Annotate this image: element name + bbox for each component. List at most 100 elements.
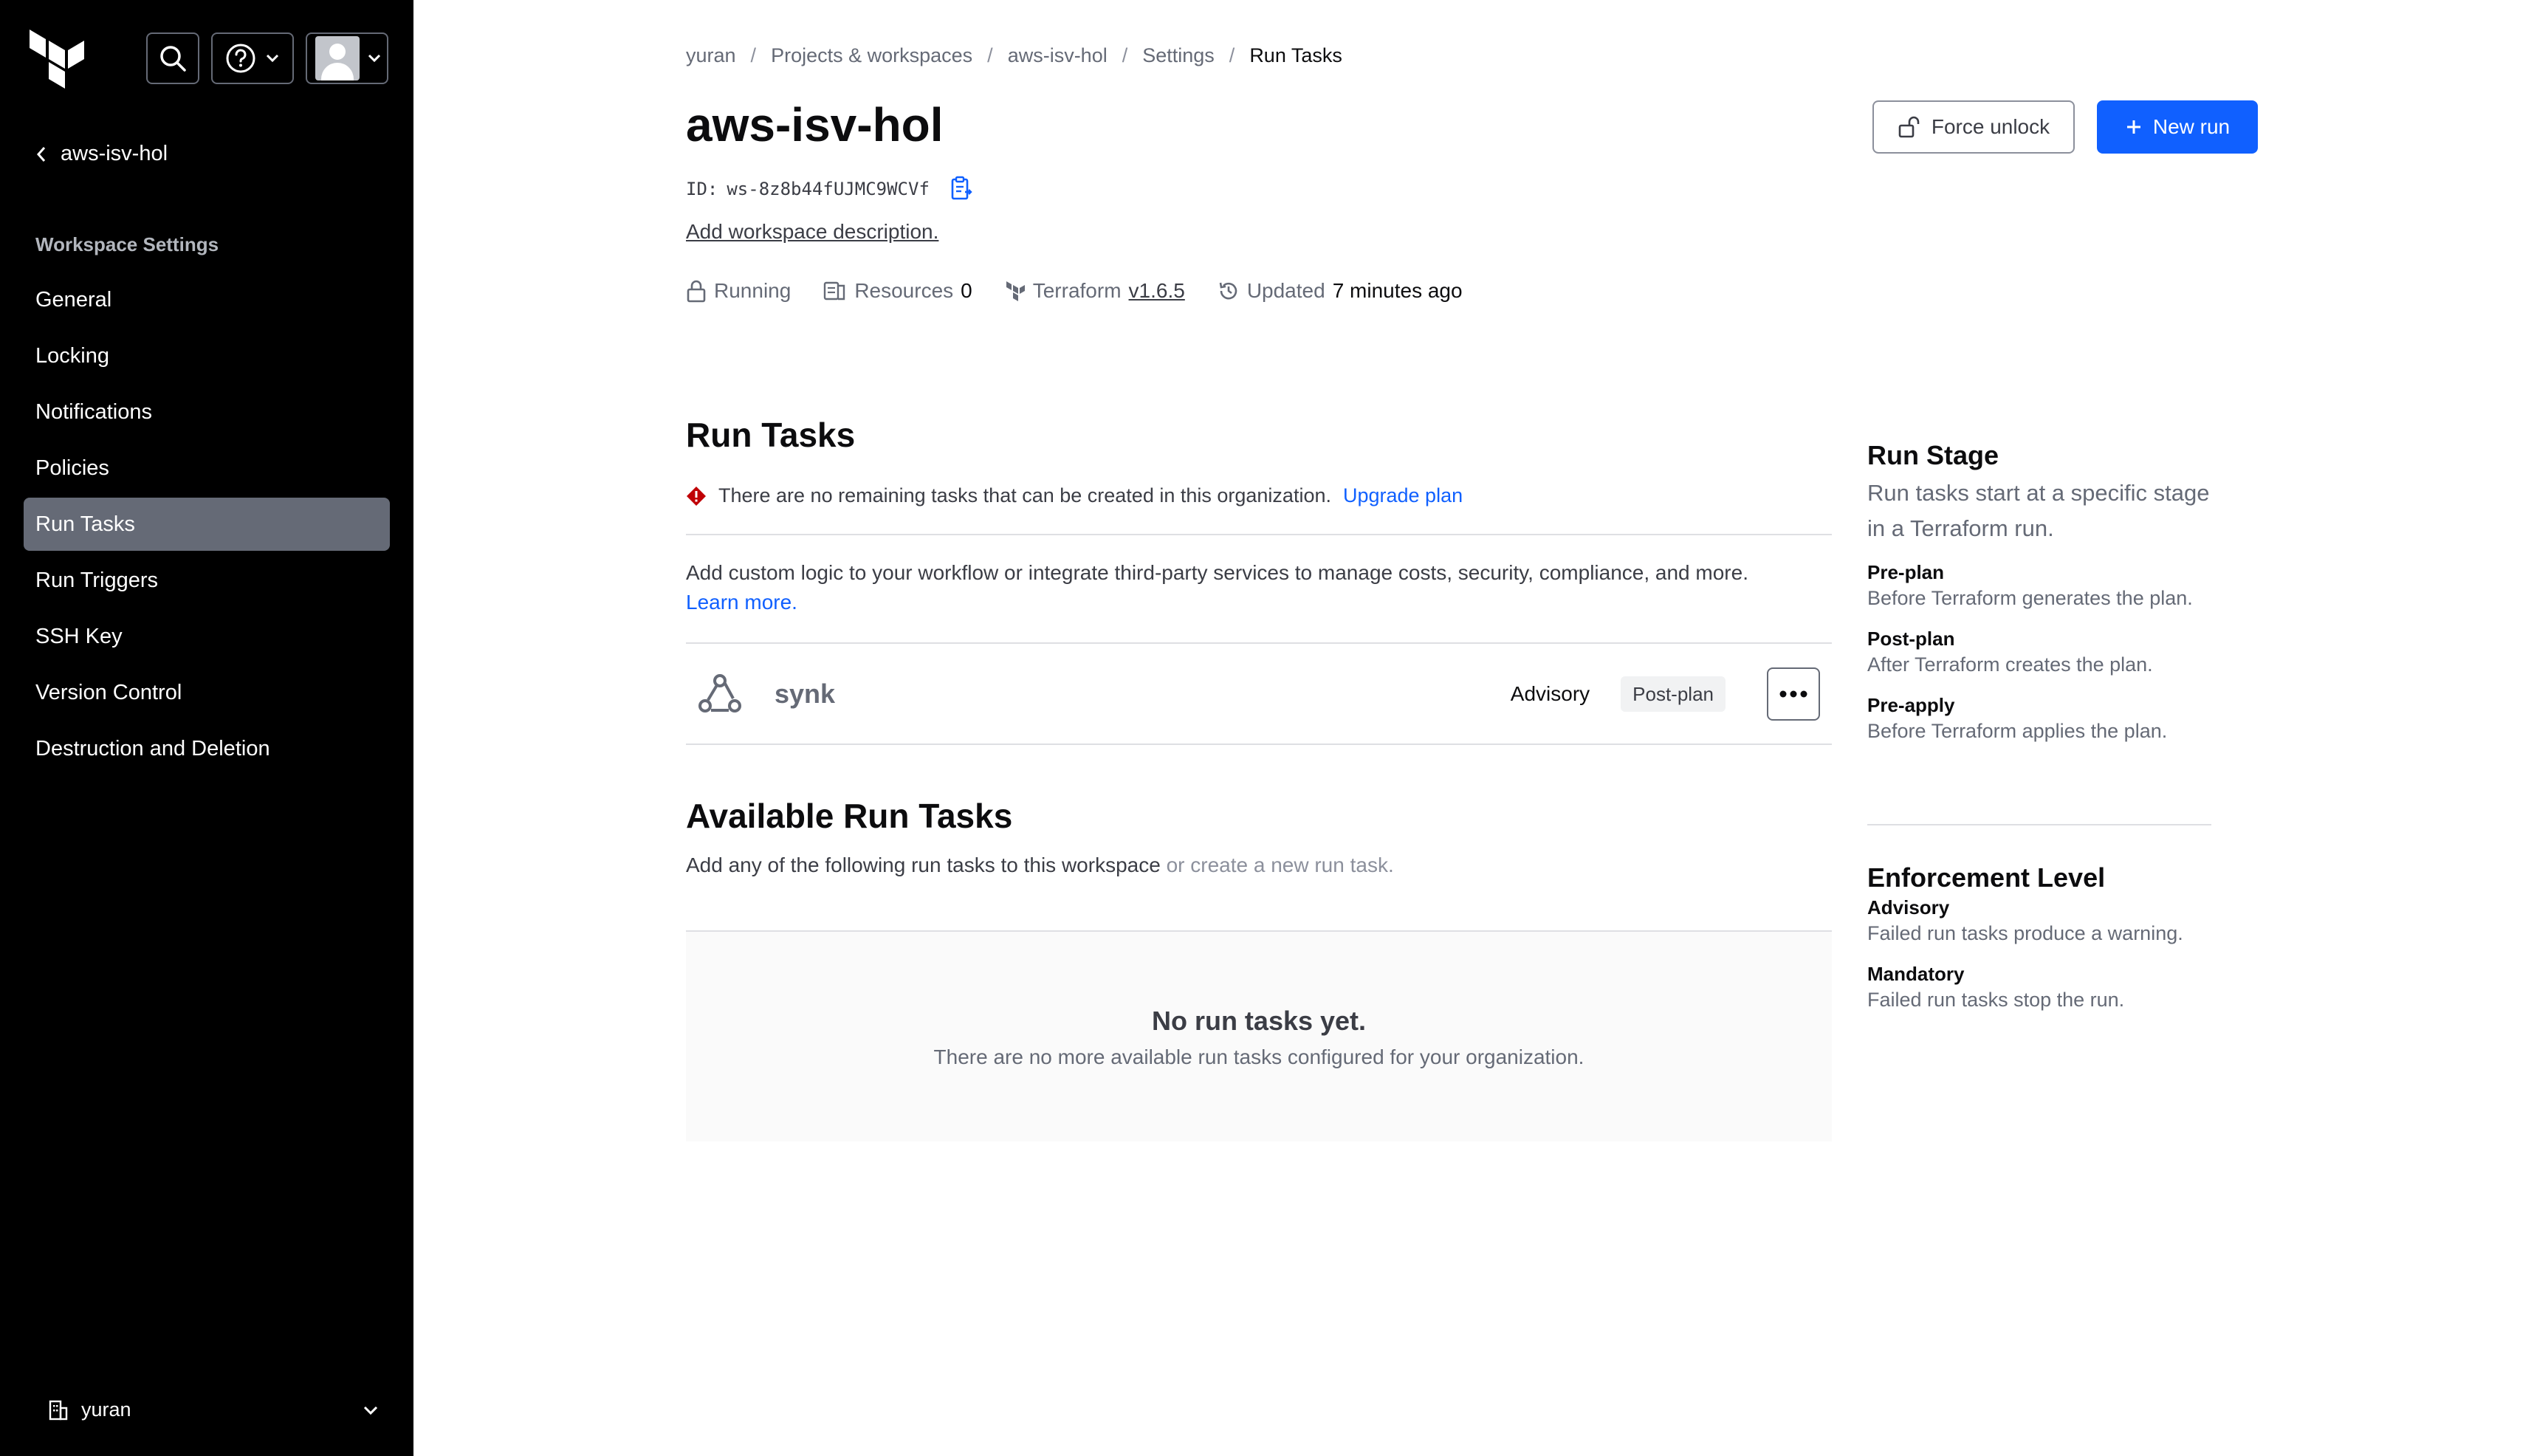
sidebar: aws-isv-hol Workspace Settings General L…	[0, 0, 413, 1456]
enforcement-level-help: Enforcement Level Advisory Failed run ta…	[1867, 862, 2214, 1014]
workspace-id: ID: ws-8z8b44fUJMC9WCVf	[686, 176, 974, 202]
chevron-down-icon	[368, 54, 381, 63]
run-tasks-intro: Add custom logic to your workflow or int…	[686, 558, 1832, 617]
force-unlock-button[interactable]: Force unlock	[1872, 100, 2075, 154]
updated-label: Updated	[1246, 279, 1325, 302]
sidebar-item-general[interactable]: General	[24, 273, 390, 326]
back-link-label: aws-isv-hol	[61, 142, 168, 165]
breadcrumb-projects[interactable]: Projects & workspaces	[771, 44, 972, 67]
avatar	[315, 36, 360, 80]
terraform-label: Terraform	[1032, 279, 1122, 302]
settings-nav: General Locking Notifications Policies R…	[24, 273, 390, 778]
available-subtitle: Add any of the following run tasks to th…	[686, 854, 1394, 877]
alert-text: There are no remaining tasks that can be…	[718, 484, 1331, 506]
divider	[686, 744, 1832, 745]
org-switcher[interactable]: yuran	[47, 1398, 380, 1421]
plus-icon	[2126, 120, 2140, 134]
sidebar-item-version-control[interactable]: Version Control	[24, 666, 390, 719]
breadcrumb-separator: /	[1229, 44, 1235, 66]
divider	[1867, 824, 2211, 825]
empty-state-title: No run tasks yet.	[1151, 1006, 1367, 1036]
section-label: Workspace Settings	[35, 233, 219, 255]
updated-item: Updated 7 minutes ago	[1218, 279, 1463, 303]
breadcrumb-current: Run Tasks	[1249, 44, 1342, 66]
breadcrumb-settings[interactable]: Settings	[1142, 44, 1215, 67]
available-run-tasks-heading: Available Run Tasks	[686, 797, 1013, 835]
breadcrumb-workspace[interactable]: aws-isv-hol	[1008, 44, 1108, 67]
resources-count: 0	[961, 279, 972, 302]
workspace-meta: Running Resources 0 Terraform v1.6.5 Upd…	[686, 279, 1495, 303]
run-task-name: synk	[775, 679, 836, 709]
status-item: Running	[686, 279, 791, 303]
run-task-stage-badge: Post-plan	[1621, 676, 1726, 712]
run-task-row: synk Advisory Post-plan	[686, 644, 1832, 744]
stage-definition: After Terraform creates the plan.	[1867, 653, 2153, 676]
enforcement-term: Advisory	[1867, 896, 1950, 918]
create-run-task-link[interactable]: or create a new run task.	[1167, 854, 1394, 876]
terraform-logo[interactable]	[30, 30, 86, 89]
org-name: yuran	[81, 1398, 131, 1421]
resources-label: Resources	[854, 279, 954, 302]
sidebar-item-destruction-and-deletion[interactable]: Destruction and Deletion	[24, 722, 390, 775]
chevron-down-icon	[266, 54, 279, 63]
stage-definition: Before Terraform generates the plan.	[1867, 587, 2193, 609]
run-task-enforcement: Advisory	[1510, 682, 1590, 705]
resources-item: Resources 0	[823, 279, 972, 303]
workspace-id-label: ID:	[686, 179, 718, 199]
stage-term: Pre-plan	[1867, 561, 1945, 583]
force-unlock-label: Force unlock	[1931, 115, 2050, 138]
available-subtitle-text: Add any of the following run tasks to th…	[686, 854, 1161, 876]
terraform-icon	[1006, 281, 1025, 301]
stage-definition: Before Terraform applies the plan.	[1867, 720, 2168, 742]
breadcrumb: yuran / Projects & workspaces / aws-isv-…	[686, 44, 1342, 67]
upgrade-plan-link[interactable]: Upgrade plan	[1343, 484, 1463, 507]
sidebar-item-notifications[interactable]: Notifications	[24, 385, 390, 439]
back-to-workspace-link[interactable]: aws-isv-hol	[35, 142, 168, 166]
empty-state: No run tasks yet. There are no more avai…	[686, 930, 1832, 1141]
page-title: aws-isv-hol	[686, 98, 944, 151]
updated-value: 7 minutes ago	[1332, 279, 1463, 302]
workspace-id-value: ws-8z8b44fUJMC9WCVf	[727, 179, 930, 199]
lock-icon	[687, 280, 706, 303]
more-horizontal-icon	[1779, 690, 1807, 698]
resources-icon	[824, 281, 845, 301]
alert-diamond-icon	[687, 486, 706, 506]
sidebar-item-run-triggers[interactable]: Run Triggers	[24, 554, 390, 607]
user-menu-button[interactable]	[306, 32, 388, 84]
add-workspace-description-link[interactable]: Add workspace description.	[686, 220, 938, 244]
chevron-left-icon	[36, 146, 46, 162]
building-icon	[49, 1400, 68, 1420]
breadcrumb-separator: /	[987, 44, 993, 66]
terraform-version-link[interactable]: v1.6.5	[1129, 279, 1185, 303]
search-button[interactable]	[146, 32, 199, 84]
stage-term: Post-plan	[1867, 628, 1955, 650]
divider	[686, 534, 1832, 535]
chevron-down-icon	[363, 1406, 378, 1415]
help-menu-button[interactable]	[211, 32, 294, 84]
run-stage-help: Run Stage Run tasks start at a specific …	[1867, 440, 2214, 746]
copy-icon[interactable]	[950, 176, 974, 202]
more-actions-button[interactable]	[1767, 667, 1820, 721]
enforcement-level-heading: Enforcement Level	[1867, 862, 2106, 893]
terraform-version-item: Terraform v1.6.5	[1005, 279, 1185, 303]
new-run-label: New run	[2152, 115, 2231, 138]
history-icon	[1219, 282, 1237, 300]
stage-term: Pre-apply	[1867, 694, 1955, 716]
run-stage-heading: Run Stage	[1867, 440, 1999, 470]
unlock-icon	[1898, 116, 1920, 138]
empty-state-description: There are no more available run tasks co…	[933, 1045, 1584, 1068]
enforcement-definition: Failed run tasks stop the run.	[1867, 989, 2125, 1011]
learn-more-link[interactable]: Learn more.	[686, 588, 1832, 617]
limit-alert: There are no remaining tasks that can be…	[686, 484, 1463, 507]
sidebar-item-ssh-key[interactable]: SSH Key	[24, 610, 390, 663]
sidebar-item-run-tasks[interactable]: Run Tasks	[24, 498, 390, 551]
sidebar-item-locking[interactable]: Locking	[24, 329, 390, 382]
status-text: Running	[714, 279, 792, 302]
run-tasks-heading: Run Tasks	[686, 416, 856, 454]
breadcrumb-org[interactable]: yuran	[686, 44, 736, 67]
new-run-button[interactable]: New run	[2097, 100, 2258, 154]
help-icon	[226, 44, 255, 73]
sidebar-item-policies[interactable]: Policies	[24, 442, 390, 495]
enforcement-definition: Failed run tasks produce a warning.	[1867, 922, 2183, 944]
search-icon	[160, 46, 186, 72]
